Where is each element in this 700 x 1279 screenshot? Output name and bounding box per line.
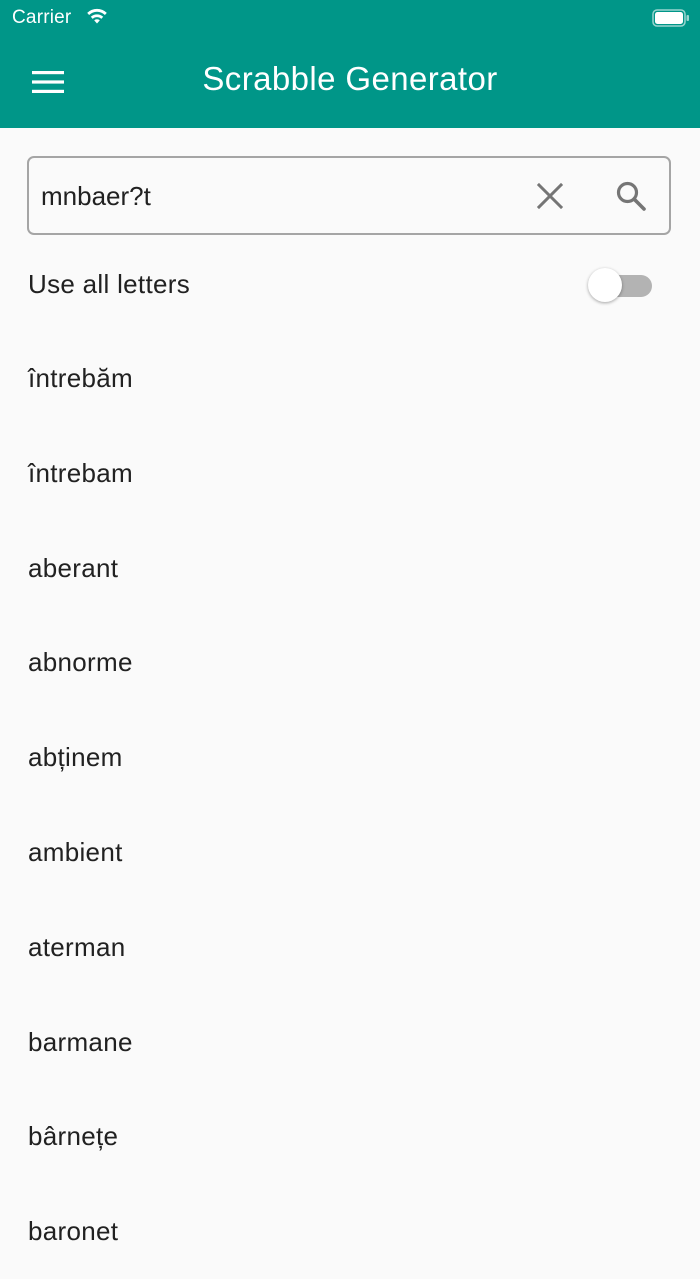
app-bar: Scrabble Generator <box>0 36 700 128</box>
list-item[interactable]: întrebam <box>0 426 700 521</box>
search-icon <box>616 181 646 211</box>
list-item[interactable]: aterman <box>0 900 700 995</box>
close-icon <box>537 183 563 209</box>
search-box <box>27 156 671 235</box>
list-item[interactable]: baronet <box>0 1184 700 1279</box>
list-item[interactable]: barmane <box>0 995 700 1090</box>
list-item[interactable]: aberant <box>0 521 700 616</box>
carrier-label: Carrier <box>12 7 72 28</box>
list-item[interactable]: bârnețe <box>0 1089 700 1184</box>
page-title: Scrabble Generator <box>202 60 498 97</box>
use-all-letters-switch[interactable] <box>588 267 654 303</box>
list-item[interactable]: abnorme <box>0 615 700 710</box>
status-bar: Carrier <box>0 0 700 36</box>
wifi-icon <box>87 8 107 24</box>
search-button[interactable] <box>605 172 657 220</box>
results-list: întrebăm întrebam aberant abnorme abține… <box>0 331 700 1279</box>
list-item[interactable]: abținem <box>0 710 700 805</box>
use-all-letters-row: Use all letters <box>0 252 700 318</box>
use-all-letters-label: Use all letters <box>28 269 190 299</box>
list-item[interactable]: ambient <box>0 805 700 900</box>
list-item[interactable]: întrebăm <box>0 331 700 426</box>
clear-button[interactable] <box>524 172 576 220</box>
switch-thumb <box>588 268 622 302</box>
battery-icon <box>652 9 689 27</box>
search-input[interactable] <box>41 172 511 220</box>
